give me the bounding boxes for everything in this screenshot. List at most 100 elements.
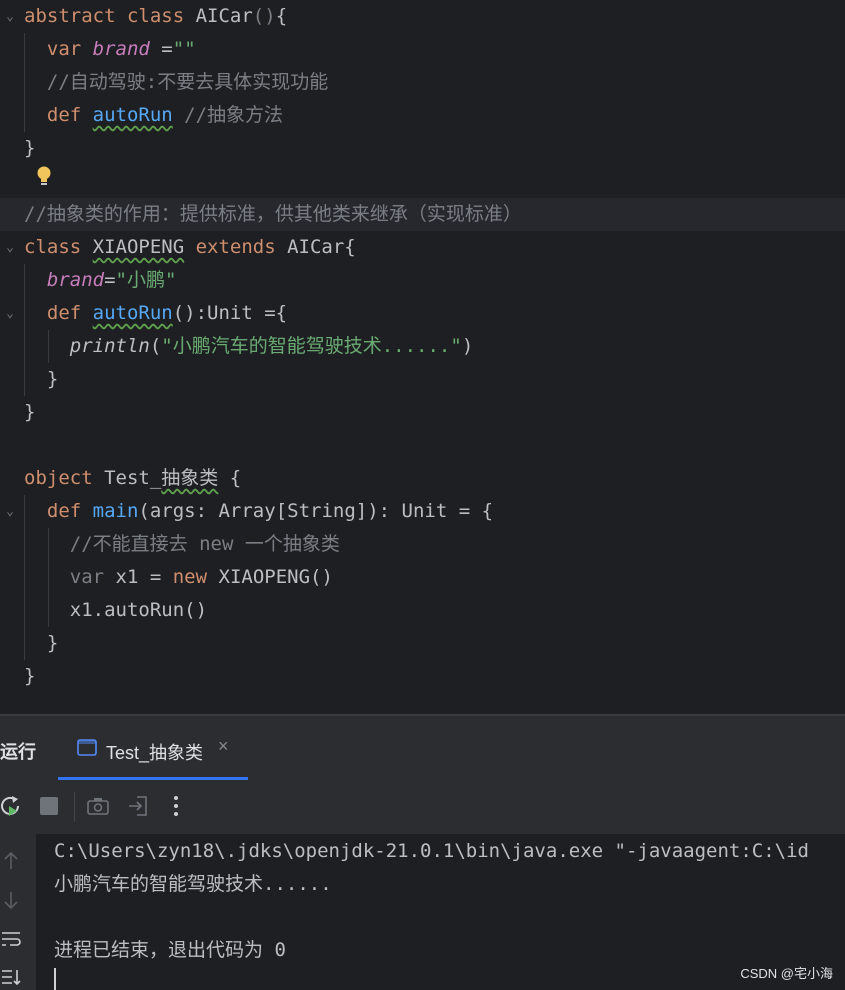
code-token: AICar bbox=[195, 5, 253, 27]
more-options-icon[interactable] bbox=[163, 793, 189, 819]
code-line-text: //自动驾驶:不要去具体实现功能 bbox=[24, 66, 328, 99]
code-line-text: } bbox=[24, 660, 35, 693]
code-line[interactable]: } bbox=[0, 132, 845, 165]
code-line[interactable]: //抽象类的作用：提供标准，供其他类来继承（实现标准） bbox=[0, 198, 845, 231]
code-token: brand bbox=[46, 269, 105, 291]
code-line-text: //不能直接去 new 一个抽象类 bbox=[24, 528, 340, 561]
code-line[interactable] bbox=[0, 429, 845, 462]
tab-test-abstract-class[interactable]: Test_抽象类 × bbox=[58, 716, 248, 780]
code-token: XIAOPENG bbox=[92, 236, 185, 258]
code-line[interactable]: //自动驾驶:不要去具体实现功能 bbox=[0, 66, 845, 99]
indent-guide bbox=[24, 495, 25, 660]
code-token: { bbox=[218, 467, 242, 489]
code-line-text: def autoRun //抽象方法 bbox=[24, 99, 283, 132]
code-token: new bbox=[172, 566, 219, 588]
code-token: } bbox=[24, 632, 59, 654]
indent-guide bbox=[24, 33, 25, 132]
code-token: ) bbox=[461, 335, 474, 357]
indent-guide bbox=[48, 330, 49, 363]
code-line[interactable]: println("小鹏汽车的智能驾驶技术......") bbox=[0, 330, 845, 363]
camera-icon[interactable] bbox=[85, 793, 111, 819]
code-line[interactable]: } bbox=[0, 363, 845, 396]
code-line-text: } bbox=[24, 132, 35, 165]
code-token: x1 = bbox=[115, 566, 173, 588]
indent-guide bbox=[48, 528, 49, 627]
tab-label: Test_抽象类 bbox=[106, 743, 204, 763]
code-token: autoRun bbox=[92, 302, 173, 324]
lightbulb-icon[interactable] bbox=[35, 165, 53, 189]
code-line[interactable]: brand="小鹏" bbox=[0, 264, 845, 297]
code-line[interactable]: //不能直接去 new 一个抽象类 bbox=[0, 528, 845, 561]
code-token: 抽象类 bbox=[161, 467, 219, 489]
code-line[interactable]: def autoRun():Unit ={ bbox=[0, 297, 845, 330]
code-token: = bbox=[149, 38, 173, 60]
watermark: CSDN @宅小海 bbox=[740, 966, 833, 981]
indent-guide bbox=[24, 264, 25, 396]
console-icon bbox=[77, 739, 97, 756]
code-token: XIAOPENG() bbox=[218, 566, 333, 588]
console-output[interactable]: C:\Users\zyn18\.jdks\openjdk-21.0.1\bin\… bbox=[0, 834, 845, 990]
code-line[interactable]: abstract class AICar(){ bbox=[0, 0, 845, 33]
code-token: println bbox=[69, 335, 150, 357]
exit-icon[interactable] bbox=[125, 793, 151, 819]
code-token: abstract class bbox=[24, 5, 196, 27]
code-token: class bbox=[24, 236, 93, 258]
code-line[interactable]: def autoRun //抽象方法 bbox=[0, 99, 845, 132]
code-token: = bbox=[104, 269, 116, 291]
code-token: var bbox=[46, 38, 93, 60]
close-icon[interactable]: × bbox=[218, 736, 229, 757]
code-line[interactable]: object Test_抽象类 { bbox=[0, 462, 845, 495]
code-line-text: abstract class AICar(){ bbox=[24, 0, 287, 33]
code-line-text: } bbox=[24, 396, 35, 429]
code-token: AICar{ bbox=[287, 236, 356, 258]
scroll-to-end-icon[interactable] bbox=[0, 966, 22, 988]
console-line: 小鹏汽车的智能驾驶技术...... bbox=[54, 873, 332, 895]
code-line[interactable]: var x1 = new XIAOPENG() bbox=[0, 561, 845, 594]
code-line-text: } bbox=[24, 627, 58, 660]
code-editor[interactable]: } } x1.autoRun() var x1 = new XIAOPENG()… bbox=[0, 0, 845, 714]
code-line[interactable]: def main(args: Array[String]): Unit = { bbox=[0, 495, 845, 528]
code-line-text: var x1 = new XIAOPENG() bbox=[24, 561, 333, 594]
code-token: def bbox=[46, 302, 93, 324]
console-line: 进程已结束，退出代码为 0 bbox=[54, 939, 286, 961]
fold-chevron-icon[interactable]: ⌄ bbox=[2, 495, 18, 528]
code-line[interactable]: class XIAOPENG extends AICar{ bbox=[0, 231, 845, 264]
arrow-up-icon[interactable] bbox=[0, 850, 22, 872]
run-toolbar bbox=[0, 780, 845, 834]
rerun-icon[interactable] bbox=[0, 793, 24, 819]
code-line[interactable]: x1.autoRun() bbox=[0, 594, 845, 627]
fold-chevron-icon[interactable]: ⌄ bbox=[2, 297, 18, 330]
soft-wrap-icon[interactable] bbox=[0, 928, 22, 950]
code-line[interactable]: } bbox=[0, 396, 845, 429]
code-token: "小鹏汽车的智能驾驶技术......" bbox=[161, 335, 462, 357]
code-line[interactable] bbox=[0, 165, 845, 198]
code-token: main bbox=[92, 500, 139, 522]
code-line-text: //抽象类的作用：提供标准，供其他类来继承（实现标准） bbox=[24, 198, 522, 231]
code-token: { bbox=[275, 5, 288, 27]
toolbar-separator bbox=[74, 792, 75, 822]
stop-icon[interactable] bbox=[36, 793, 62, 819]
code-line-text: def main(args: Array[String]): Unit = { bbox=[24, 495, 493, 528]
code-line-text: } bbox=[24, 363, 58, 396]
arrow-down-icon[interactable] bbox=[0, 889, 22, 911]
fold-chevron-icon[interactable]: ⌄ bbox=[2, 231, 18, 264]
code-token: (args: Array[String]): Unit = { bbox=[138, 500, 494, 522]
code-token: //不能直接去 new 一个抽象类 bbox=[24, 533, 340, 555]
code-token: def bbox=[46, 104, 93, 126]
code-token: //抽象类的作用：提供标准，供其他类来继承（实现标准） bbox=[24, 203, 522, 225]
fold-chevron-icon[interactable]: ⌄ bbox=[2, 0, 18, 33]
code-line[interactable]: var brand ="" bbox=[0, 33, 845, 66]
text-cursor bbox=[54, 968, 56, 990]
code-line[interactable]: } bbox=[0, 660, 845, 693]
code-token: object bbox=[24, 467, 105, 489]
code-line[interactable]: } bbox=[0, 627, 845, 660]
code-token: def bbox=[46, 500, 93, 522]
code-token: "小鹏" bbox=[115, 269, 177, 291]
console-side-toolbar bbox=[0, 834, 36, 990]
code-token: } bbox=[24, 368, 59, 390]
code-token: //自动驾驶:不要去具体实现功能 bbox=[24, 71, 329, 93]
